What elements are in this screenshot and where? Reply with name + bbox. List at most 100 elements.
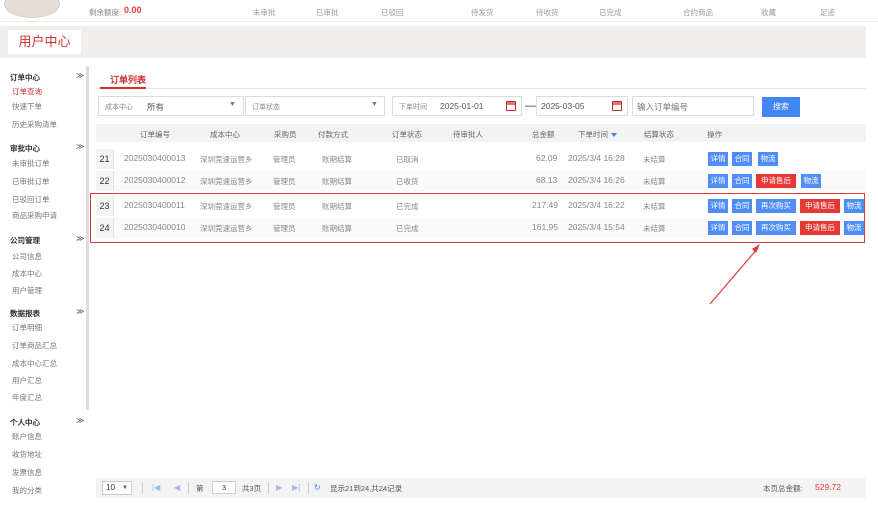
table-row: 22 2025030400012 深圳莞速运营乡 管理员 账期结算 已收货 68… bbox=[96, 171, 866, 191]
record-summary: 显示21到24,共24记录 bbox=[330, 484, 403, 493]
tab-divider bbox=[96, 88, 866, 89]
chevron-double-down-icon[interactable]: ≫ bbox=[76, 307, 84, 316]
sidebar-group-order-center[interactable]: 订单中心 bbox=[10, 72, 40, 83]
logistics-button[interactable]: 物流 bbox=[801, 174, 821, 188]
contract-button[interactable]: 合同 bbox=[732, 174, 752, 188]
stat-completed[interactable]: 已完成 bbox=[599, 7, 622, 18]
sidebar-group-approval-center[interactable]: 审批中心 bbox=[10, 143, 40, 154]
page-size-select[interactable]: 10 ▼ bbox=[102, 481, 132, 495]
sidebar-scrollbar[interactable] bbox=[86, 66, 89, 410]
row-number: 21 bbox=[96, 149, 114, 169]
date-to-field[interactable]: 2025-03-05 bbox=[536, 96, 628, 116]
sidebar-item-user-summary[interactable]: 用户汇总 bbox=[12, 375, 42, 386]
stat-to-receive[interactable]: 待收货 bbox=[536, 7, 559, 18]
cost-center: 深圳莞速运营乡 bbox=[200, 177, 253, 186]
col-order-time-label: 下单时间 bbox=[578, 130, 608, 139]
order-status-select[interactable]: 订单状态 ▼ bbox=[245, 96, 385, 116]
page-total-value: 529.72 bbox=[815, 482, 841, 492]
order-time: 2025/3/4 16:26 bbox=[568, 175, 625, 185]
sidebar-group-company[interactable]: 公司管理 bbox=[10, 235, 40, 246]
divider bbox=[268, 482, 269, 494]
sidebar: 订单中心 ≫ 订单查询 快速下单 历史采购清单 审批中心 ≫ 未审批订单 已审批… bbox=[0, 66, 86, 506]
order-number: 2025030400013 bbox=[124, 153, 186, 163]
sidebar-item-cost-center-summary[interactable]: 成本中心汇总 bbox=[12, 358, 57, 369]
page-number-input[interactable]: 3 bbox=[212, 481, 236, 494]
sidebar-item-cost-center[interactable]: 成本中心 bbox=[12, 268, 42, 279]
tab-order-list[interactable]: 订单列表 bbox=[110, 73, 146, 86]
next-page-icon[interactable]: ▶ bbox=[276, 483, 282, 492]
sidebar-item-order-goods-summary[interactable]: 订单商品汇总 bbox=[12, 340, 57, 351]
divider bbox=[142, 482, 143, 494]
chevron-double-down-icon[interactable]: ≫ bbox=[76, 71, 84, 80]
sidebar-item-history-purchase[interactable]: 历史采购清单 bbox=[12, 119, 57, 130]
cost-center: 深圳莞速运营乡 bbox=[200, 155, 253, 164]
stat-rejected[interactable]: 已驳回 bbox=[381, 7, 404, 18]
order-number-input[interactable]: 输入订单编号 bbox=[632, 96, 754, 116]
order-number: 2025030400012 bbox=[124, 175, 186, 185]
chevron-down-icon: ▼ bbox=[122, 485, 128, 491]
col-buyer: 采购员 bbox=[274, 130, 297, 139]
sidebar-item-approved-orders[interactable]: 已审批订单 bbox=[12, 176, 50, 187]
calendar-icon[interactable] bbox=[506, 101, 516, 111]
detail-button[interactable]: 详情 bbox=[708, 152, 728, 166]
stat-unapproved[interactable]: 未审批 bbox=[253, 7, 276, 18]
chevron-down-icon: ▼ bbox=[229, 101, 236, 108]
stat-contract-goods[interactable]: 合约商品 bbox=[683, 7, 713, 18]
sidebar-item-company-info[interactable]: 公司信息 bbox=[12, 251, 42, 262]
sidebar-item-shipping-address[interactable]: 收货地址 bbox=[12, 449, 42, 460]
col-status: 订单状态 bbox=[392, 130, 422, 139]
sidebar-item-order-query[interactable]: 订单查询 bbox=[12, 86, 42, 97]
sidebar-item-quick-order[interactable]: 快速下单 bbox=[12, 101, 42, 112]
after-sales-button[interactable]: 申请售后 bbox=[756, 174, 796, 188]
cost-center-select[interactable]: 成本中心 所有 ▼ bbox=[98, 96, 244, 116]
stat-approved[interactable]: 已审批 bbox=[316, 7, 339, 18]
order-status: 已取消 bbox=[396, 155, 419, 164]
header-band bbox=[0, 26, 866, 58]
calendar-icon[interactable] bbox=[612, 101, 622, 111]
sidebar-item-account-info[interactable]: 账户信息 bbox=[12, 431, 42, 442]
logistics-button[interactable]: 物流 bbox=[758, 152, 778, 166]
sidebar-group-reports[interactable]: 数据报表 bbox=[10, 308, 40, 319]
chevron-down-icon: ▼ bbox=[371, 101, 378, 108]
settle-status: 未结算 bbox=[643, 177, 666, 186]
date-range-separator: — bbox=[525, 100, 536, 112]
sidebar-item-my-categories[interactable]: 我的分类 bbox=[12, 485, 42, 496]
chevron-double-down-icon[interactable]: ≫ bbox=[76, 142, 84, 151]
refresh-icon[interactable]: ↻ bbox=[314, 483, 321, 492]
first-page-icon[interactable]: |◀ bbox=[152, 483, 160, 492]
sidebar-item-unapproved-orders[interactable]: 未审批订单 bbox=[12, 158, 50, 169]
prev-page-icon[interactable]: ◀ bbox=[174, 483, 180, 492]
sidebar-group-personal[interactable]: 个人中心 bbox=[10, 417, 40, 428]
date-from-field[interactable]: 下单时间 2025-01-01 bbox=[392, 96, 522, 116]
sort-desc-icon[interactable] bbox=[611, 133, 617, 138]
sidebar-item-user-management[interactable]: 用户管理 bbox=[12, 285, 42, 296]
sidebar-item-order-detail[interactable]: 订单明细 bbox=[12, 322, 42, 333]
col-settle: 结算状态 bbox=[644, 130, 674, 139]
sidebar-item-invoice-info[interactable]: 发票信息 bbox=[12, 467, 42, 478]
col-actions: 操作 bbox=[707, 130, 722, 139]
chevron-double-down-icon[interactable]: ≫ bbox=[76, 234, 84, 243]
total-amount: 62.09 bbox=[536, 153, 558, 163]
stat-to-ship[interactable]: 待发货 bbox=[471, 7, 494, 18]
sidebar-item-rejected-orders[interactable]: 已驳回订单 bbox=[12, 194, 50, 205]
highlight-box bbox=[90, 193, 865, 243]
sidebar-item-annual-summary[interactable]: 年度汇总 bbox=[12, 392, 42, 403]
stat-favorites[interactable]: 收藏 bbox=[761, 7, 776, 18]
date-to-value: 2025-03-05 bbox=[541, 101, 585, 111]
avatar[interactable] bbox=[4, 0, 60, 18]
stat-footprints[interactable]: 足迹 bbox=[820, 7, 835, 18]
chevron-double-down-icon[interactable]: ≫ bbox=[76, 416, 84, 425]
order-time-label: 下单时间 bbox=[399, 104, 427, 111]
last-page-icon[interactable]: ▶| bbox=[292, 483, 300, 492]
sidebar-item-purchase-request[interactable]: 商品采购申请 bbox=[12, 210, 57, 221]
balance-value: 0.00 bbox=[124, 5, 142, 15]
page-size-value: 10 bbox=[106, 483, 115, 492]
balance-label: 剩余额度: bbox=[89, 8, 122, 17]
order-number-placeholder: 输入订单编号 bbox=[637, 102, 689, 112]
contract-button[interactable]: 合同 bbox=[732, 152, 752, 166]
col-order-time[interactable]: 下单时间 bbox=[578, 129, 617, 140]
search-button[interactable]: 搜索 bbox=[762, 97, 800, 117]
col-payment: 付款方式 bbox=[318, 130, 348, 139]
order-status-label: 订单状态 bbox=[252, 104, 280, 111]
detail-button[interactable]: 详情 bbox=[708, 174, 728, 188]
